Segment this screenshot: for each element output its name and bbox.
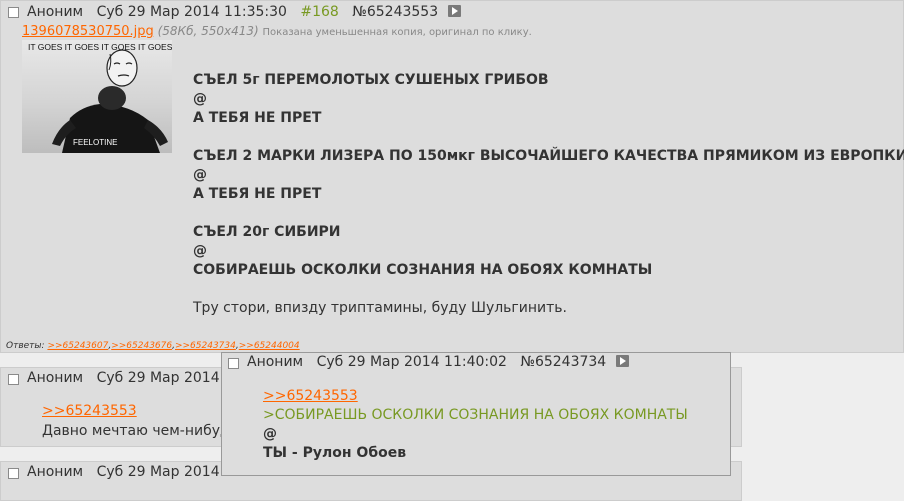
post-line: А ТЕБЯ НЕ ПРЕТ [193,186,322,202]
replies-list: Ответы: >>65243607,>>65243676,>>65243734… [6,341,300,351]
post-line: СЪЕЛ 2 МАРКИ ЛИЗЕРА ПО 150мкг ВЫСОЧАЙШЕГ… [193,148,904,164]
post-line: СОБИРАЕШЬ ОСКОЛКИ СОЗНАНИЯ НА ОБОЯХ КОМН… [193,262,653,278]
thumbnail-top-caption: IT GOES IT GOES IT GOES IT GOES [28,42,172,52]
post-select-checkbox[interactable] [8,468,19,479]
post-ordinal: #168 [300,4,339,20]
thumbnail-drawing [52,49,168,153]
post-header: Аноним Суб 29 Мар 2014 [27,464,229,480]
post-number-link[interactable]: №65243553 [352,4,438,20]
post-header: Аноним Суб 29 Мар 2014 11:35:30 #168 №65… [27,4,470,20]
reply-link[interactable]: >>65243607 [47,341,108,351]
popup-at: @ [263,426,277,442]
thumbnail-bottom-caption: FEELOTINE [73,138,118,147]
post-select-checkbox[interactable] [8,374,19,385]
post-line-plain: Тру стори, впизду триптамины, буду Шульг… [193,300,567,316]
replies-label: Ответы: [6,341,45,351]
post-date: Суб 29 Мар 2014 11:40:02 [316,354,507,370]
play-icon[interactable] [615,355,629,367]
popup-ref[interactable]: >>65243553 [263,388,358,404]
file-note: Показана уменьшенная копия, оригинал по … [262,27,532,38]
poster-name: Аноним [27,4,84,20]
post-text: Давно мечтаю чем-нибуд [42,423,230,439]
post-line: СЪЕЛ 20г СИБИРИ [193,224,341,240]
greentext-quote: >СОБИРАЕШЬ ОСКОЛКИ СОЗНАНИЯ НА ОБОЯХ КОМ… [263,407,688,423]
post-date: Суб 29 Мар 2014 [96,464,220,480]
popup-header: Аноним Суб 29 Мар 2014 11:40:02 №6524373… [247,354,638,370]
reply-link[interactable]: >>65243734 [175,341,236,351]
play-icon[interactable] [447,5,461,17]
post-header: Аноним Суб 29 Мар 2014 [27,370,229,386]
post-line: А ТЕБЯ НЕ ПРЕТ [193,110,322,126]
ref-link[interactable]: >>65243553 [263,388,358,404]
post-line: @ [193,243,207,259]
post-line: СЪЕЛ 5г ПЕРЕМОЛОТЫХ СУШЕНЫХ ГРИБОВ [193,72,549,88]
file-meta: (58Кб, 550x413) [157,24,259,38]
reply-link[interactable]: >>65243676 [111,341,172,351]
popup-bold-line: ТЫ - Рулон Обоев [263,445,407,461]
file-info: 1396078530750.jpg (58Кб, 550x413) Показа… [22,24,532,39]
post-ref-link[interactable]: >>65243553 [42,403,137,419]
reply-preview-popup: Аноним Суб 29 Мар 2014 11:40:02 №6524373… [221,352,731,476]
post-date: Суб 29 Мар 2014 [96,370,220,386]
reply-link[interactable]: >>65244004 [239,341,300,351]
post-line: @ [193,91,207,107]
thumbnail-image[interactable]: IT GOES IT GOES IT GOES IT GOES FEELOTIN… [22,40,172,153]
poster-name: Аноним [247,354,304,370]
post-select-checkbox[interactable] [228,358,239,369]
file-link[interactable]: 1396078530750.jpg [22,24,154,39]
post-65243553: Аноним Суб 29 Мар 2014 11:35:30 #168 №65… [0,0,904,353]
post-line: @ [193,167,207,183]
ref-link[interactable]: >>65243553 [42,403,137,419]
poster-name: Аноним [27,370,84,386]
post-select-checkbox[interactable] [8,7,19,18]
poster-name: Аноним [27,464,84,480]
post-date: Суб 29 Мар 2014 11:35:30 [96,4,287,20]
post-number-link[interactable]: №65243734 [520,354,606,370]
